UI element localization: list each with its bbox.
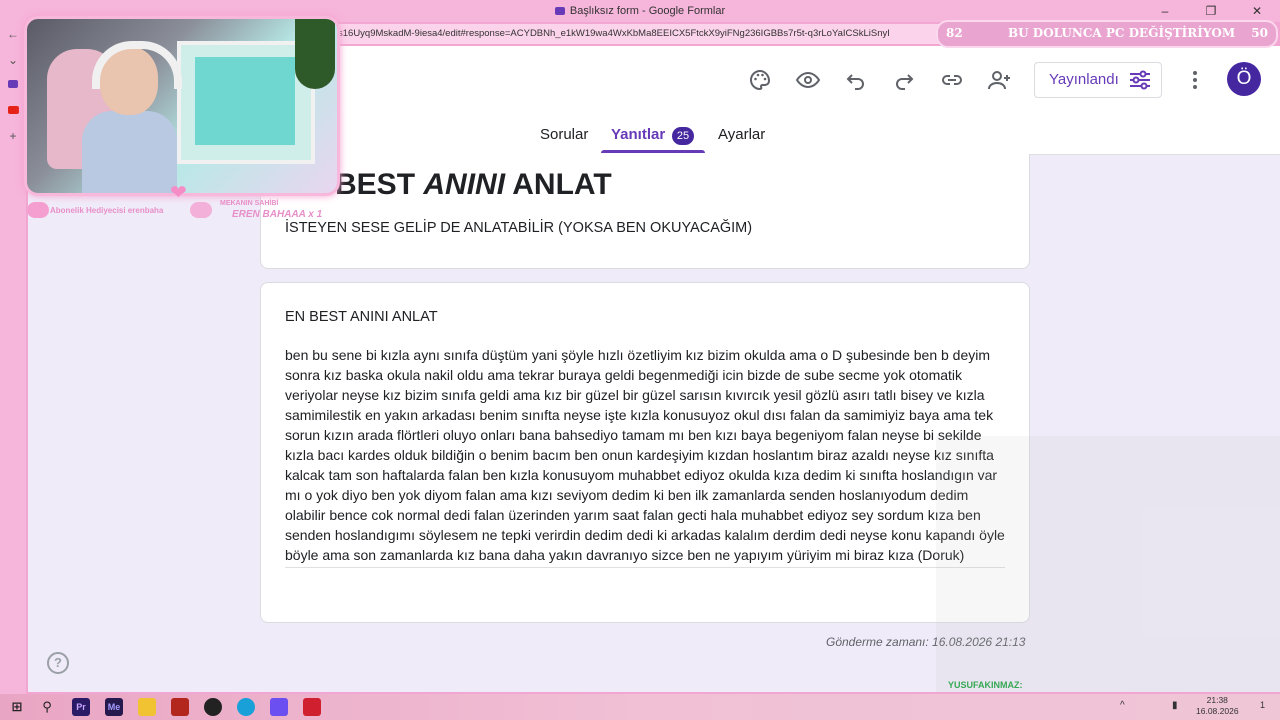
media-encoder-icon[interactable]: Me <box>105 698 123 716</box>
discord-icon[interactable] <box>270 698 288 716</box>
maximize-button[interactable]: ❐ <box>1188 2 1234 20</box>
url-text: s16Uyq9MskadM-9iesa4/edit#response=ACYDB… <box>338 28 890 39</box>
close-window-button[interactable]: ✕ <box>1234 2 1280 20</box>
system-clock[interactable]: 21:38 16.08.2026 <box>1196 695 1239 717</box>
sub-gifter-text: Abonelik Hediyecisi erenbaha <box>50 206 164 215</box>
forms-favicon-icon <box>554 7 565 16</box>
tab-sorular[interactable]: Sorular <box>540 126 588 154</box>
windows-start-icon[interactable]: ⊞ <box>8 698 26 716</box>
crown-icon <box>190 202 212 218</box>
address-bar[interactable]: s16Uyq9MskadM-9iesa4/edit#response=ACYDB… <box>330 24 958 44</box>
heart-icon: ❤ <box>170 182 187 204</box>
goal-left-value: 82 <box>946 26 963 40</box>
owner-name: EREN BAHAAA x 1 <box>232 209 323 220</box>
goal-text: BU DOLUNCA PC DEĞİŞTİRİYOM <box>1008 26 1236 40</box>
donation-goal-bar: 82 BU DOLUNCA PC DEĞİŞTİRİYOM 50 <box>936 20 1278 48</box>
chevron-down-icon[interactable]: ⌄ <box>5 52 21 68</box>
youtube-tab-icon[interactable] <box>5 102 21 118</box>
tab-ayarlar[interactable]: Ayarlar <box>718 126 765 154</box>
file-explorer-icon[interactable] <box>138 698 156 716</box>
add-collaborator-icon[interactable] <box>986 66 1014 94</box>
help-icon[interactable]: ? <box>47 652 69 674</box>
forms-tab-icon[interactable] <box>5 76 21 92</box>
back-arrow-icon[interactable]: ← <box>5 26 21 42</box>
notification-count[interactable]: 1 <box>1260 700 1265 710</box>
publish-button[interactable]: Yayınlandı <box>1034 62 1162 98</box>
redo-icon[interactable] <box>890 66 918 94</box>
form-description: İSTEYEN SESE GELİP DE ANLATABİLİR (YOKSA… <box>285 220 753 236</box>
new-tab-icon[interactable]: + <box>5 128 21 144</box>
webcam-overlay <box>24 16 340 196</box>
obs-icon[interactable] <box>204 698 222 716</box>
response-card: EN BEST ANINI ANLAT ben bu sene bi kızla… <box>260 282 1030 623</box>
chat-username: YUSUFAKINMAZ: <box>948 680 1023 690</box>
undo-icon[interactable] <box>842 66 870 94</box>
more-options-icon[interactable] <box>1188 68 1202 92</box>
gift-heart-icon <box>27 202 49 218</box>
link-icon[interactable] <box>938 66 966 94</box>
search-icon[interactable]: ⚲ <box>38 698 56 716</box>
webcam-plant <box>295 19 335 89</box>
windows-taskbar: ⊞ ⚲ Pr Me ^ ▮ 21:38 16.08.2026 1 <box>0 694 1280 720</box>
publish-label: Yayınlandı <box>1049 71 1119 88</box>
webcam-streamer <box>82 39 182 193</box>
palette-icon[interactable] <box>746 66 774 94</box>
publish-settings-icon <box>1130 70 1150 90</box>
responses-count-badge: 25 <box>672 127 694 145</box>
form-title-card: EN BEST ANINI ANLAT İSTEYEN SESE GELİP D… <box>260 154 1030 269</box>
battery-icon: ▮ <box>1172 700 1178 711</box>
overlay-shade <box>936 436 1280 692</box>
browser-sidebar: ← ⌄ + <box>0 22 26 694</box>
response-answer: ben bu sene bi kızla aynı sınıfa düştüm … <box>285 345 1005 568</box>
goal-right-value: 50 <box>1251 26 1268 40</box>
question-title: EN BEST ANINI ANLAT <box>285 309 438 325</box>
app-icon[interactable] <box>171 698 189 716</box>
avatar[interactable]: Ö <box>1227 62 1261 96</box>
headset-icon <box>92 41 182 89</box>
active-tab-indicator <box>601 150 705 153</box>
premiere-icon[interactable]: Pr <box>72 698 90 716</box>
preview-eye-icon[interactable] <box>794 66 822 94</box>
app-red-icon[interactable] <box>303 698 321 716</box>
edge-icon[interactable] <box>237 698 255 716</box>
minimize-button[interactable]: – <box>1142 2 1188 20</box>
owner-title: MEKANIN SAHİBİ <box>220 200 279 207</box>
tray-arrow-icon[interactable]: ^ <box>1120 700 1125 711</box>
